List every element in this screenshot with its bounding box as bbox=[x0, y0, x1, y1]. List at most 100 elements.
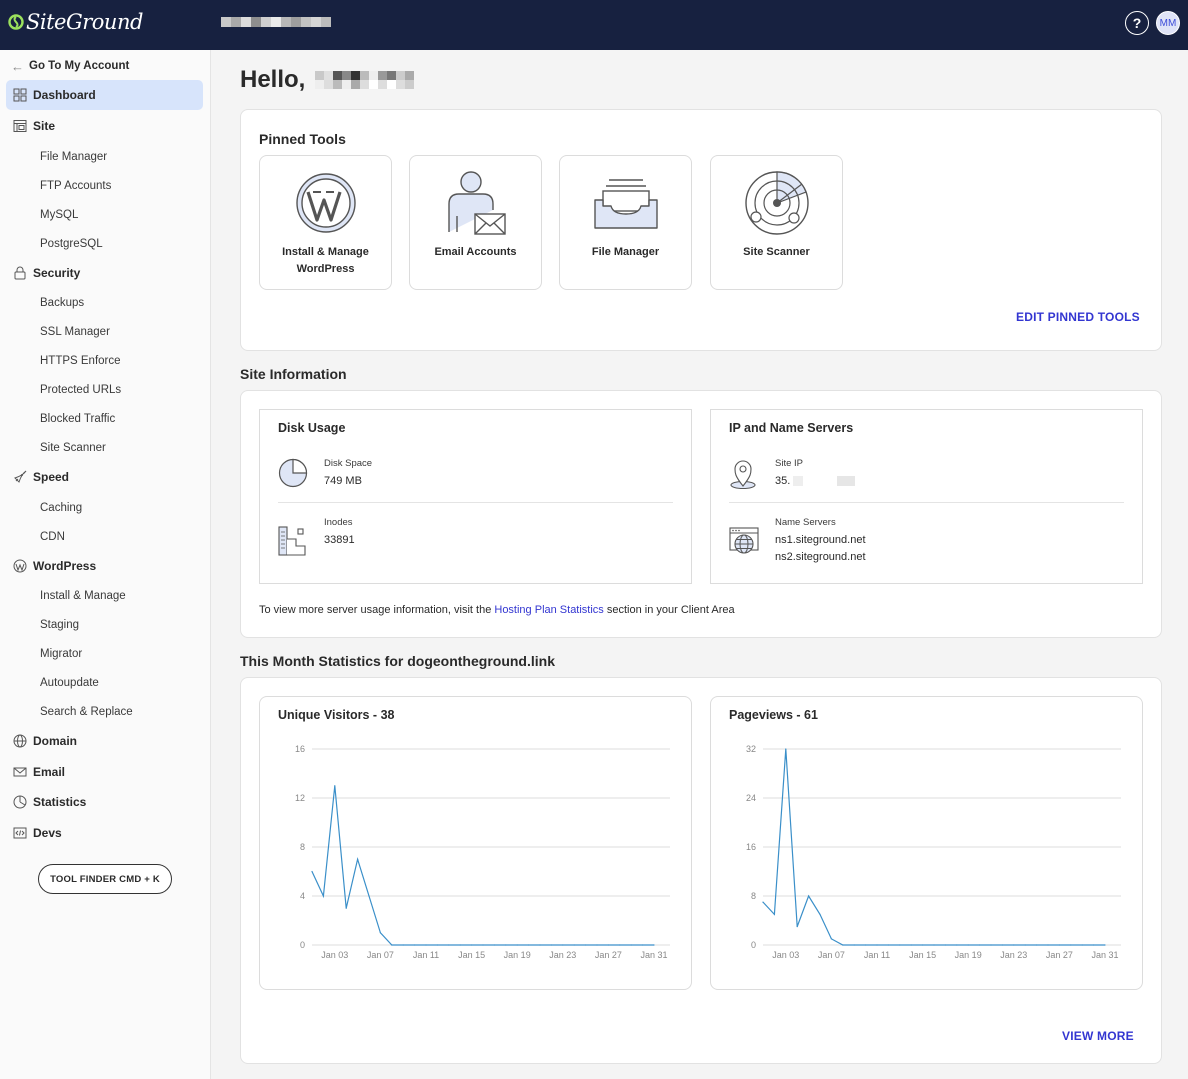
sidebar-subitem-protected-urls[interactable]: Protected URLs bbox=[40, 382, 121, 398]
sidebar-subitem-staging[interactable]: Staging bbox=[40, 617, 79, 633]
sidebar-subitem-blocked-traffic[interactable]: Blocked Traffic bbox=[40, 411, 115, 427]
radar-icon bbox=[745, 171, 809, 235]
data-point bbox=[334, 785, 336, 787]
data-point bbox=[819, 913, 821, 915]
data-point bbox=[528, 944, 530, 946]
data-point bbox=[773, 913, 775, 915]
sidebar-subitem-file-manager[interactable]: File Manager bbox=[40, 149, 107, 165]
disk-usage-box: Disk Usage Disk Space 749 MB Inodes 3389… bbox=[259, 409, 692, 584]
person-envelope-icon bbox=[448, 171, 506, 235]
sidebar-item-site[interactable]: Site bbox=[6, 111, 203, 141]
y-tick-label: 12 bbox=[295, 793, 305, 803]
site-ip-label: Site IP bbox=[775, 458, 803, 469]
go-to-account-link[interactable]: ← Go To My Account bbox=[11, 58, 129, 74]
view-more-button[interactable]: VIEW MORE bbox=[1062, 1029, 1134, 1043]
tool-card-email-accounts[interactable]: Email Accounts bbox=[409, 155, 542, 290]
data-point bbox=[459, 944, 461, 946]
inodes-value: 33891 bbox=[324, 534, 355, 546]
ip-name-servers-box: IP and Name Servers Site IP 35. Name Ser… bbox=[710, 409, 1143, 584]
x-tick-label: Jan 27 bbox=[595, 950, 622, 960]
sidebar-item-label: Security bbox=[33, 266, 81, 280]
sidebar-item-email[interactable]: Email bbox=[6, 757, 203, 787]
sidebar-subitem-cdn[interactable]: CDN bbox=[40, 529, 65, 545]
sidebar-subitem-caching[interactable]: Caching bbox=[40, 500, 82, 516]
globe-icon bbox=[13, 734, 27, 748]
y-tick-label: 4 bbox=[300, 891, 305, 901]
x-tick-label: Jan 11 bbox=[413, 950, 439, 960]
sidebar-subitem-autoupdate[interactable]: Autoupdate bbox=[40, 675, 99, 691]
data-point bbox=[785, 748, 787, 750]
tool-label: File Manager bbox=[591, 246, 660, 258]
data-point bbox=[345, 907, 347, 909]
sidebar-item-statistics[interactable]: Statistics bbox=[6, 787, 203, 817]
tool-card-wordpress[interactable]: Install & Manage WordPress bbox=[259, 155, 392, 290]
hosting-plan-statistics-link[interactable]: Hosting Plan Statistics bbox=[494, 604, 603, 616]
name-server-1: ns1.siteground.net bbox=[775, 534, 866, 546]
site-ip-value: 35. bbox=[775, 473, 856, 490]
sidebar-item-label: Dashboard bbox=[33, 88, 96, 102]
name-servers-label: Name Servers bbox=[775, 517, 836, 528]
data-point bbox=[1081, 944, 1083, 946]
x-tick-label: Jan 23 bbox=[549, 950, 576, 960]
x-tick-label: Jan 15 bbox=[909, 950, 936, 960]
tool-finder-button[interactable]: TOOL FINDER CMD + K bbox=[38, 864, 172, 894]
divider bbox=[278, 502, 673, 503]
siteground-logo[interactable]: SiteGround bbox=[8, 10, 143, 34]
data-point bbox=[379, 932, 381, 934]
inodes-icon bbox=[278, 526, 306, 556]
sidebar-subitem-install-manage[interactable]: Install & Manage bbox=[40, 588, 126, 604]
sidebar-subitem-https-enforce[interactable]: HTTPS Enforce bbox=[40, 353, 121, 369]
sidebar-item-security[interactable]: Security bbox=[6, 258, 203, 288]
sidebar-subitem-ssl-manager[interactable]: SSL Manager bbox=[40, 324, 110, 340]
sidebar-subitem-migrator[interactable]: Migrator bbox=[40, 646, 82, 662]
data-point bbox=[796, 926, 798, 928]
edit-pinned-tools-button[interactable]: EDIT PINNED TOOLS bbox=[1016, 310, 1140, 324]
sidebar-subitem-backups[interactable]: Backups bbox=[40, 295, 84, 311]
data-point bbox=[1036, 944, 1038, 946]
data-point bbox=[876, 944, 878, 946]
data-point bbox=[1093, 944, 1095, 946]
data-point bbox=[808, 895, 810, 897]
data-point bbox=[887, 944, 889, 946]
sidebar-item-dashboard[interactable]: Dashboard bbox=[6, 80, 203, 110]
y-tick-label: 16 bbox=[746, 842, 756, 852]
x-tick-label: Jan 07 bbox=[367, 950, 394, 960]
site-selector[interactable] bbox=[221, 17, 331, 27]
data-point bbox=[585, 944, 587, 946]
sidebar-item-domain[interactable]: Domain bbox=[6, 726, 203, 756]
data-point bbox=[910, 944, 912, 946]
user-name-redacted bbox=[315, 71, 415, 89]
x-tick-label: Jan 19 bbox=[504, 950, 531, 960]
sidebar-subitem-site-scanner[interactable]: Site Scanner bbox=[40, 440, 106, 456]
wordpress-logo-icon bbox=[296, 173, 356, 233]
avatar[interactable]: MM bbox=[1156, 11, 1180, 35]
data-point bbox=[1047, 944, 1049, 946]
data-point bbox=[471, 944, 473, 946]
tool-card-site-scanner[interactable]: Site Scanner bbox=[710, 155, 843, 290]
tool-card-file-manager[interactable]: File Manager bbox=[559, 155, 692, 290]
divider bbox=[729, 502, 1124, 503]
sidebar-item-wordpress[interactable]: WordPress bbox=[6, 551, 203, 581]
data-point bbox=[402, 944, 404, 946]
data-point bbox=[1001, 944, 1003, 946]
data-point bbox=[516, 944, 518, 946]
sidebar-item-devs[interactable]: Devs bbox=[6, 818, 203, 848]
sidebar-item-speed[interactable]: Speed bbox=[6, 462, 203, 492]
data-point bbox=[596, 944, 598, 946]
sidebar-subitem-search-replace[interactable]: Search & Replace bbox=[40, 704, 133, 720]
data-point bbox=[573, 944, 575, 946]
x-tick-label: Jan 15 bbox=[458, 950, 485, 960]
sidebar-subitem-mysql[interactable]: MySQL bbox=[40, 207, 78, 223]
tool-label: Site Scanner bbox=[743, 246, 810, 258]
data-point bbox=[865, 944, 867, 946]
data-point bbox=[607, 944, 609, 946]
x-tick-label: Jan 23 bbox=[1000, 950, 1027, 960]
sidebar-item-label: Domain bbox=[33, 734, 78, 748]
sidebar-item-label: Speed bbox=[33, 470, 70, 484]
disk-space-value: 749 MB bbox=[324, 475, 362, 487]
sidebar-item-label: Devs bbox=[33, 826, 62, 840]
logo-text: SiteGround bbox=[26, 10, 143, 34]
help-button[interactable]: ? bbox=[1125, 11, 1149, 35]
sidebar-subitem-postgresql[interactable]: PostgreSQL bbox=[40, 236, 103, 252]
sidebar-subitem-ftp-accounts[interactable]: FTP Accounts bbox=[40, 178, 111, 194]
